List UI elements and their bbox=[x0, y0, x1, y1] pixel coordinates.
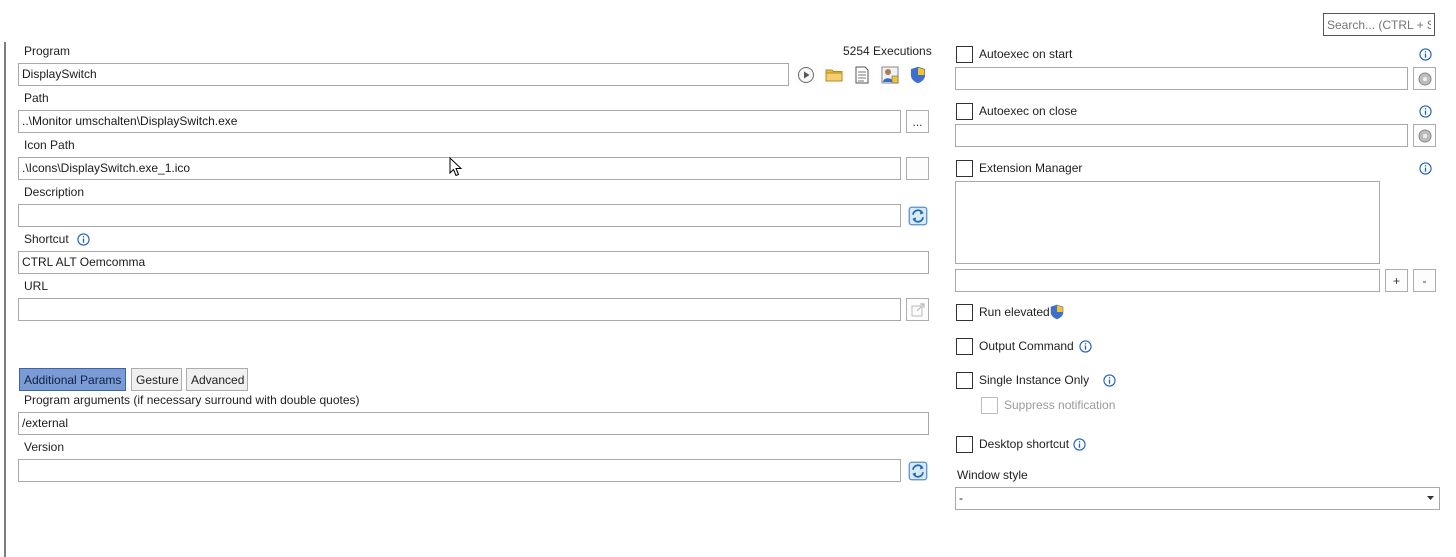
tab-label: Additional Params bbox=[24, 373, 122, 387]
path-input[interactable]: ..\Monitor umschalten\DisplaySwitch.exe bbox=[18, 110, 901, 133]
autoexec-close-label: Autoexec on close bbox=[979, 104, 1078, 118]
autoexec-close-checkbox[interactable] bbox=[956, 103, 973, 120]
single-instance-info-icon[interactable] bbox=[1103, 374, 1116, 387]
chevron-down-icon bbox=[1427, 496, 1434, 500]
add-extension-button[interactable]: + bbox=[1385, 269, 1408, 292]
extension-manager-label: Extension Manager bbox=[979, 161, 1083, 175]
desktop-shortcut-info-icon[interactable] bbox=[1073, 438, 1086, 451]
output-command-label: Output Command bbox=[979, 339, 1074, 353]
program-arguments-label: Program arguments (if necessary surround… bbox=[24, 393, 360, 407]
refresh-description-button[interactable] bbox=[906, 204, 929, 227]
version-input[interactable] bbox=[18, 459, 901, 482]
program-input[interactable]: DisplaySwitch bbox=[18, 63, 789, 86]
program-label: Program bbox=[24, 44, 71, 58]
refresh-icon bbox=[908, 206, 928, 226]
autoexec-start-input[interactable] bbox=[955, 67, 1408, 90]
description-input[interactable] bbox=[18, 204, 901, 227]
program-arguments-input[interactable]: /external bbox=[18, 412, 929, 435]
external-link-icon bbox=[911, 302, 925, 316]
play-icon bbox=[798, 66, 814, 83]
open-folder-button[interactable] bbox=[823, 63, 845, 86]
extension-list[interactable] bbox=[955, 181, 1380, 264]
url-label: URL bbox=[24, 279, 49, 293]
gear-icon bbox=[1418, 72, 1431, 85]
autoexec-start-info-icon[interactable] bbox=[1419, 48, 1432, 61]
path-label: Path bbox=[24, 91, 49, 105]
single-instance-label: Single Instance Only bbox=[979, 373, 1090, 387]
output-command-checkbox[interactable] bbox=[956, 338, 973, 355]
single-instance-checkbox[interactable] bbox=[956, 372, 973, 389]
tab-label: Advanced bbox=[191, 373, 245, 387]
search-input[interactable] bbox=[1323, 13, 1435, 36]
autoexec-start-label: Autoexec on start bbox=[979, 47, 1073, 61]
run-elevated-label: Run elevated bbox=[979, 305, 1050, 319]
shortcut-info-icon[interactable] bbox=[77, 233, 90, 246]
version-label: Version bbox=[24, 440, 65, 454]
remove-extension-button[interactable]: - bbox=[1413, 269, 1436, 292]
shield-icon bbox=[1049, 304, 1065, 320]
refresh-icon bbox=[908, 461, 928, 481]
tab-advanced[interactable]: Advanced bbox=[186, 368, 248, 391]
window-style-label: Window style bbox=[957, 468, 1028, 482]
window-style-select[interactable]: - bbox=[955, 487, 1440, 510]
browse-path-button[interactable]: ... bbox=[906, 110, 929, 133]
left-splitter[interactable] bbox=[4, 42, 6, 557]
mouse-cursor-icon bbox=[449, 157, 463, 177]
extension-input[interactable] bbox=[955, 269, 1380, 292]
output-command-info-icon[interactable] bbox=[1079, 340, 1092, 353]
icon-path-label: Icon Path bbox=[24, 138, 75, 152]
autoexec-close-info-icon[interactable] bbox=[1419, 105, 1432, 118]
shortcut-input[interactable]: CTRL ALT Oemcomma bbox=[18, 251, 929, 274]
user-icon bbox=[881, 66, 899, 83]
tab-label: Gesture bbox=[136, 373, 179, 387]
properties-button[interactable] bbox=[851, 63, 873, 86]
desktop-shortcut-checkbox[interactable] bbox=[956, 436, 973, 453]
autoexec-start-settings-button[interactable] bbox=[1413, 67, 1436, 90]
open-url-button[interactable] bbox=[906, 298, 929, 321]
extension-manager-checkbox[interactable] bbox=[956, 160, 973, 177]
run-as-admin-button[interactable] bbox=[907, 63, 929, 86]
folder-icon bbox=[825, 69, 843, 81]
tab-additional-params[interactable]: Additional Params bbox=[19, 368, 126, 391]
autoexec-close-input[interactable] bbox=[955, 124, 1408, 147]
window-style-value: - bbox=[959, 491, 963, 505]
run-elevated-checkbox[interactable] bbox=[956, 304, 973, 321]
refresh-version-button[interactable] bbox=[906, 459, 929, 482]
autoexec-start-checkbox[interactable] bbox=[956, 46, 973, 63]
document-icon bbox=[855, 66, 869, 83]
icon-preview-button[interactable] bbox=[906, 157, 929, 180]
tab-gesture[interactable]: Gesture bbox=[131, 368, 182, 391]
autoexec-close-settings-button[interactable] bbox=[1413, 124, 1436, 147]
run-as-user-button[interactable] bbox=[879, 63, 901, 86]
description-label: Description bbox=[24, 185, 85, 199]
executions-count: 5254 Executions bbox=[843, 44, 932, 58]
extension-manager-info-icon[interactable] bbox=[1419, 162, 1432, 175]
shortcut-label: Shortcut bbox=[24, 232, 69, 246]
desktop-shortcut-label: Desktop shortcut bbox=[979, 437, 1070, 451]
gear-icon bbox=[1418, 129, 1431, 142]
shield-icon bbox=[909, 66, 927, 84]
run-button[interactable] bbox=[795, 63, 817, 86]
url-input[interactable] bbox=[18, 298, 901, 321]
suppress-notification-label: Suppress notification bbox=[1004, 398, 1116, 412]
suppress-notification-checkbox[interactable] bbox=[981, 397, 998, 414]
